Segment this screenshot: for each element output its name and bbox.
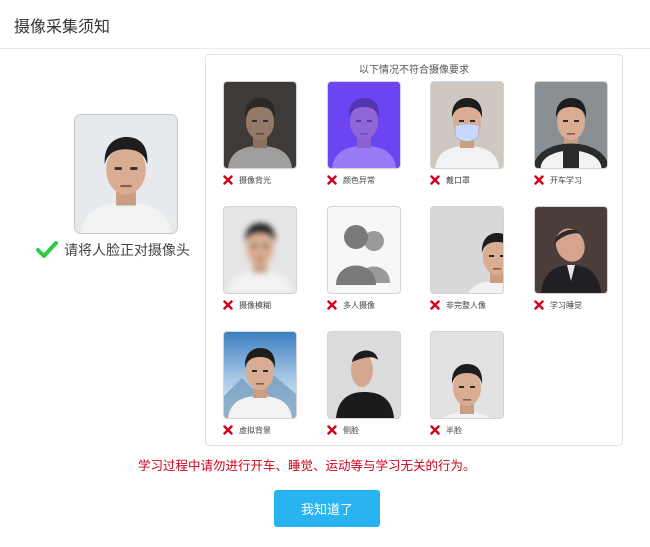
incorrect-examples-panel: 以下情况不符合摄像要求 摄像背光 颜色异常 戴口罩 开车学习 摄像模糊 多人摄像… (205, 54, 623, 446)
example-color-abnormal: 颜色异常 (327, 81, 403, 186)
example-photo (327, 206, 401, 294)
panel-title: 以下情况不符合摄像要求 (359, 65, 469, 76)
example-label: 虚拟背景 (239, 425, 271, 435)
x-icon (223, 175, 233, 185)
example-photo (534, 206, 608, 294)
example-photo (534, 81, 608, 169)
example-photo (327, 331, 401, 419)
example-photo (223, 81, 297, 169)
two-people-icon (336, 225, 390, 285)
example-label: 半脸 (446, 425, 462, 435)
example-partial-face: 非完整人像 (430, 206, 506, 311)
example-half-face: 半脸 (430, 331, 506, 436)
correct-example: 请将人脸正对摄像头 (36, 240, 190, 260)
x-icon (327, 425, 337, 435)
x-icon (430, 300, 440, 310)
x-icon (327, 175, 337, 185)
example-label: 开车学习 (550, 175, 582, 185)
x-icon (534, 300, 544, 310)
example-label: 多人摄像 (343, 300, 375, 310)
dialog-header: 摄像采集须知 (0, 0, 650, 49)
example-photo (430, 206, 504, 294)
example-multiple-people: 多人摄像 (327, 206, 403, 311)
x-icon (534, 175, 544, 185)
example-label: 侧脸 (343, 425, 359, 435)
x-icon (223, 300, 233, 310)
example-label: 摄像模糊 (239, 300, 271, 310)
example-backlight: 摄像背光 (223, 81, 299, 186)
correct-example-label: 请将人脸正对摄像头 (64, 243, 190, 259)
example-virtual-background: 虚拟背景 (223, 331, 299, 436)
example-blurry: 摄像模糊 (223, 206, 299, 311)
example-photo (223, 206, 297, 294)
example-label: 学习睡觉 (550, 300, 582, 310)
example-side-face: 侧脸 (327, 331, 403, 436)
dialog-title: 摄像采集须知 (14, 17, 111, 36)
example-photo (430, 331, 504, 419)
example-label: 摄像背光 (239, 175, 271, 185)
x-icon (430, 425, 440, 435)
x-icon (430, 175, 440, 185)
x-icon (223, 425, 233, 435)
example-sleeping: 学习睡觉 (534, 206, 610, 311)
example-label: 颜色异常 (343, 175, 375, 185)
example-label: 非完整人像 (446, 300, 486, 310)
example-mask: 戴口罩 (430, 81, 506, 186)
example-photo (327, 81, 401, 169)
checkmark-icon (36, 241, 58, 258)
example-photo (430, 81, 504, 169)
acknowledge-button[interactable]: 我知道了 (274, 490, 380, 527)
example-driving: 开车学习 (534, 81, 610, 186)
example-photo (223, 331, 297, 419)
x-icon (327, 300, 337, 310)
example-label: 戴口罩 (446, 175, 470, 185)
correct-example-photo (74, 114, 178, 234)
warning-text: 学习过程中请勿进行开车、睡觉、运动等与学习无关的行为。 (138, 458, 476, 473)
